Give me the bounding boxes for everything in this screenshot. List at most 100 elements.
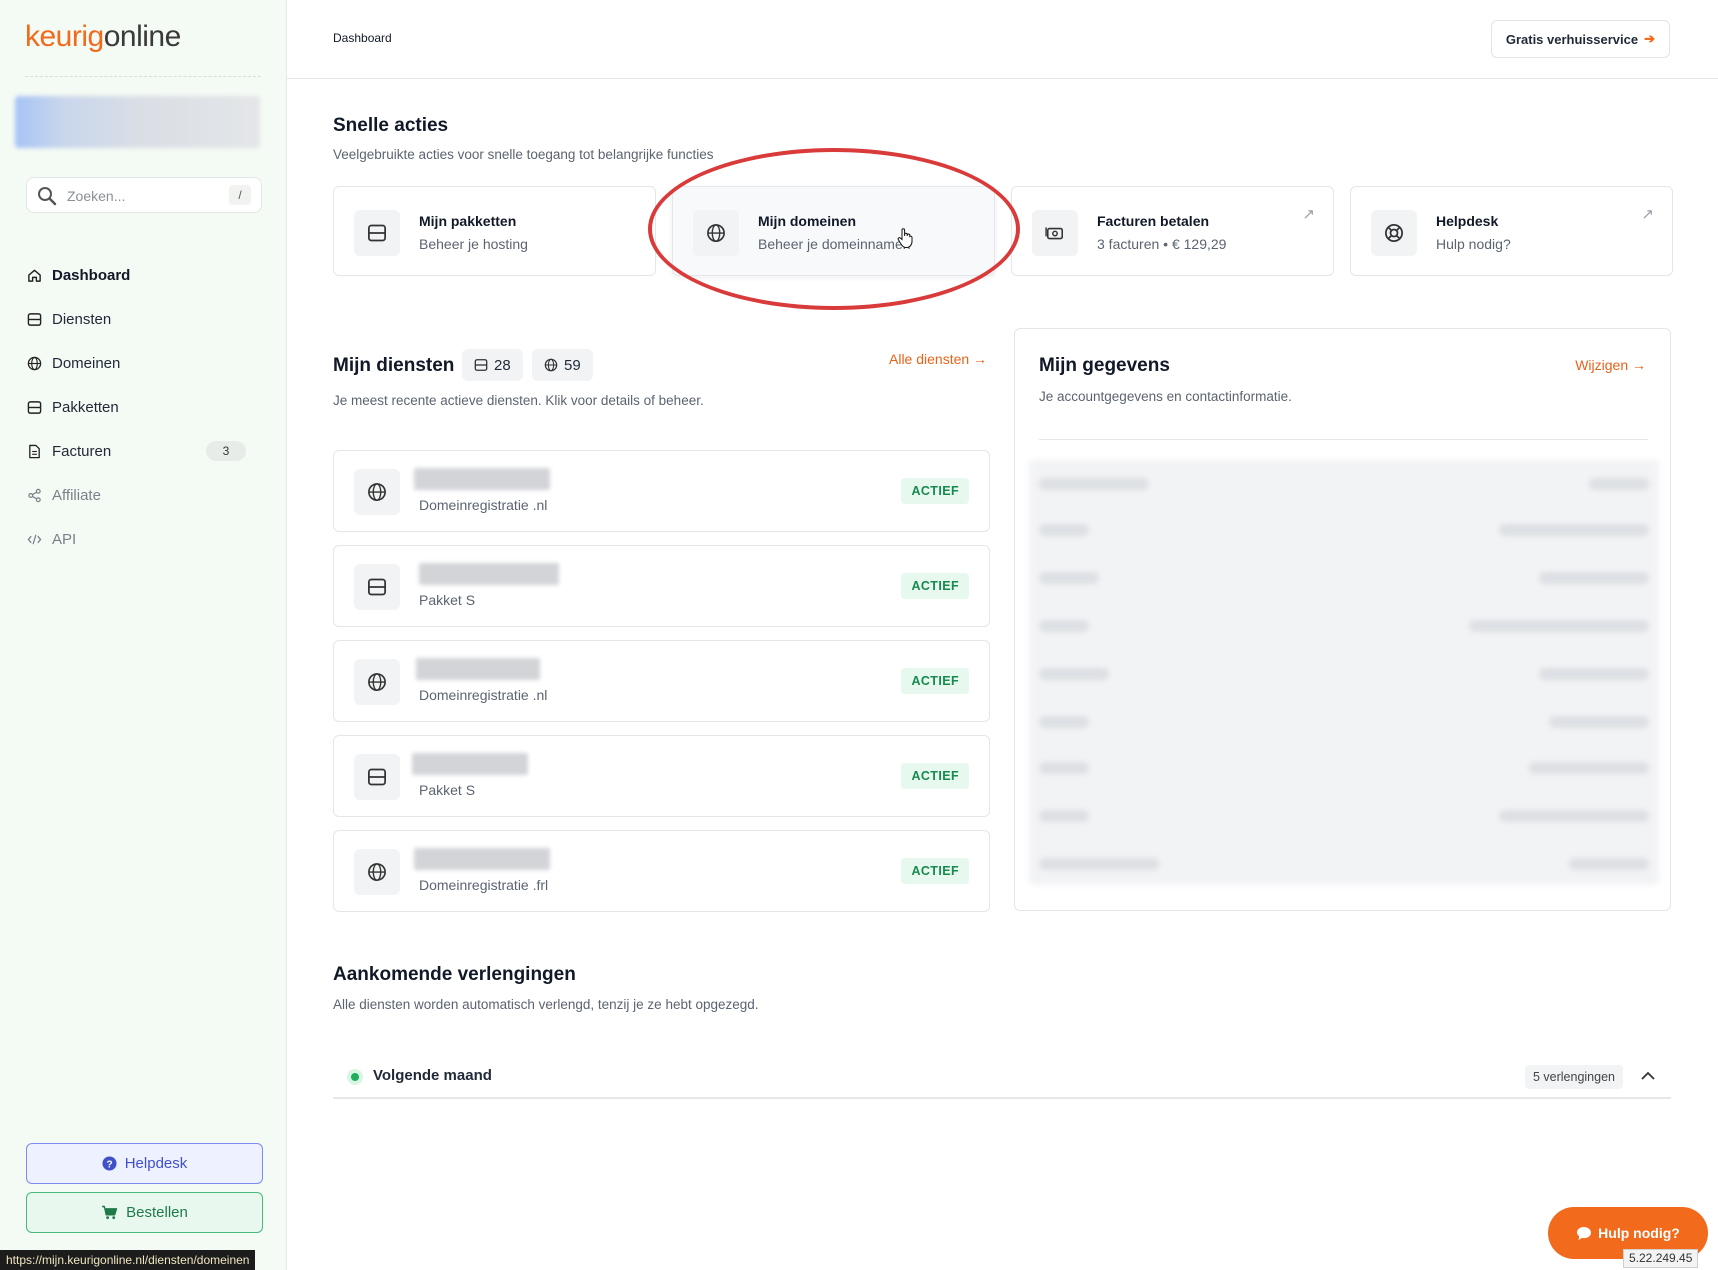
status-badge: ACTIEF [901,668,969,694]
service-row[interactable]: Pakket S ACTIEF [333,545,990,627]
quick-action-domains[interactable]: Mijn domeinen Beheer je domeinnamen [672,186,995,276]
account-details-subtitle: Je accountgegevens en contactinformatie. [1039,389,1292,404]
account-switcher[interactable] [15,96,260,148]
quick-action-sub: 3 facturen • € 129,29 [1097,236,1227,252]
service-name-redacted [414,848,550,870]
quick-action-pay-invoices[interactable]: Facturen betalen 3 facturen • € 129,29 ↗ [1011,186,1334,276]
globe-icon [354,659,400,705]
renewals-subtitle: Alle diensten worden automatisch verleng… [333,997,759,1012]
search-shortcut: / [229,185,251,205]
service-row[interactable]: Domeinregistratie .nl ACTIEF [333,640,990,722]
sidebar-item-label: Facturen [52,442,112,460]
account-details-card: Mijn gegevens Wijzigen → Je accountgegev… [1014,328,1671,911]
quick-action-sub: Hulp nodig? [1436,236,1511,252]
document-icon [26,443,42,459]
sidebar: keurigonline / Dashboard Diensten Domein… [0,0,287,1270]
sidebar-item-pakketten[interactable]: Pakketten [26,385,262,429]
helpdesk-button[interactable]: ? Helpdesk [26,1143,263,1184]
quick-action-title: Helpdesk [1436,213,1499,229]
packages-count: 28 [494,356,511,374]
quick-actions-subtitle: Veelgebruikte acties voor snelle toegang… [333,147,714,162]
sidebar-item-label: Domeinen [52,354,121,372]
service-type: Domeinregistratie .nl [419,687,548,703]
quick-action-title: Mijn pakketten [419,213,517,229]
search-input[interactable] [67,184,217,208]
arrow-right-icon: ➔ [1644,31,1655,46]
renewal-group-next-month[interactable]: Volgende maand 5 verlengingen [333,1055,1671,1099]
divider [1039,439,1648,440]
status-dot-icon [347,1069,363,1085]
logo-part-2: online [103,20,182,53]
packages-count-chip[interactable]: 28 [462,349,523,381]
domains-count-chip[interactable]: 59 [532,349,593,381]
quick-action-packages[interactable]: Mijn pakketten Beheer je hosting [333,186,656,276]
server-icon [354,564,400,610]
service-type: Domeinregistratie .nl [419,497,548,513]
service-row[interactable]: Domeinregistratie .nl ACTIEF [333,450,990,532]
account-details-redacted [1029,460,1659,885]
sidebar-item-affiliate[interactable]: Affiliate [26,473,262,517]
domains-count: 59 [564,356,581,374]
quick-action-sub: Beheer je hosting [419,236,528,252]
external-link-icon: ↗ [1302,206,1315,223]
sidebar-item-label: Diensten [52,310,112,328]
service-name-redacted [419,563,559,585]
ip-address: 5.22.249.45 [1623,1249,1699,1268]
server-icon [26,399,42,415]
service-name-redacted [416,658,540,680]
logo[interactable]: keurigonline [25,20,181,54]
quick-action-helpdesk[interactable]: Helpdesk Hulp nodig? ↗ [1350,186,1673,276]
order-button[interactable]: Bestellen [26,1192,263,1233]
search-icon [38,187,57,206]
services-subtitle: Je meest recente actieve diensten. Klik … [333,393,704,408]
search-box: / [26,177,262,213]
renewal-count-badge: 5 verlengingen [1524,1065,1623,1089]
topbar: Dashboard Gratis verhuisservice ➔ [287,0,1718,79]
sidebar-item-diensten[interactable]: Diensten [26,297,262,341]
sidebar-item-api[interactable]: API [26,517,262,561]
sidebar-item-dashboard[interactable]: Dashboard [26,253,262,297]
service-row[interactable]: Pakket S ACTIEF [333,735,990,817]
quick-action-sub: Beheer je domeinnamen [758,236,911,252]
account-details-title: Mijn gegevens [1039,355,1170,376]
service-row[interactable]: Domeinregistratie .frl ACTIEF [333,830,990,912]
sidebar-item-label: API [52,530,77,548]
all-services-link[interactable]: Alle diensten → [889,351,987,367]
renewal-group-label: Volgende maand [373,1067,492,1084]
order-label: Bestellen [126,1204,188,1221]
server-icon [354,210,400,256]
divider [25,76,261,77]
status-badge: ACTIEF [901,763,969,789]
chevron-up-icon[interactable] [1639,1067,1657,1085]
status-badge: ACTIEF [901,478,969,504]
help-chat-label: Hulp nodig? [1598,1225,1680,1241]
globe-icon [26,355,42,371]
service-type: Pakket S [419,592,476,608]
service-name-redacted [412,753,528,775]
status-badge: ACTIEF [901,858,969,884]
services-title: Mijn diensten [333,355,455,376]
breadcrumb: Dashboard [333,31,392,45]
moving-service-button[interactable]: Gratis verhuisservice ➔ [1490,20,1670,58]
edit-details-link[interactable]: Wijzigen → [1575,357,1646,373]
status-badge: ACTIEF [901,573,969,599]
sidebar-item-label: Affiliate [52,486,101,504]
sidebar-item-domeinen[interactable]: Domeinen [26,341,262,385]
sidebar-item-label: Pakketten [52,398,119,416]
sidebar-item-facturen[interactable]: Facturen 3 [26,429,262,473]
helpdesk-label: Helpdesk [124,1155,188,1172]
service-type: Pakket S [419,782,476,798]
server-icon [354,754,400,800]
server-icon [26,311,42,327]
quick-action-title: Facturen betalen [1097,213,1210,229]
cart-icon [102,1205,118,1220]
lifebuoy-icon [1371,210,1417,256]
quick-action-title: Mijn domeinen [758,213,856,229]
status-url-tooltip: https://mijn.keurigonline.nl/diensten/do… [0,1250,256,1270]
chat-icon [1577,1226,1592,1240]
svg-text:?: ? [106,1159,112,1170]
service-name-redacted [414,468,550,490]
home-icon [26,267,42,283]
globe-icon [693,210,739,256]
quick-actions-title: Snelle acties [333,115,449,136]
